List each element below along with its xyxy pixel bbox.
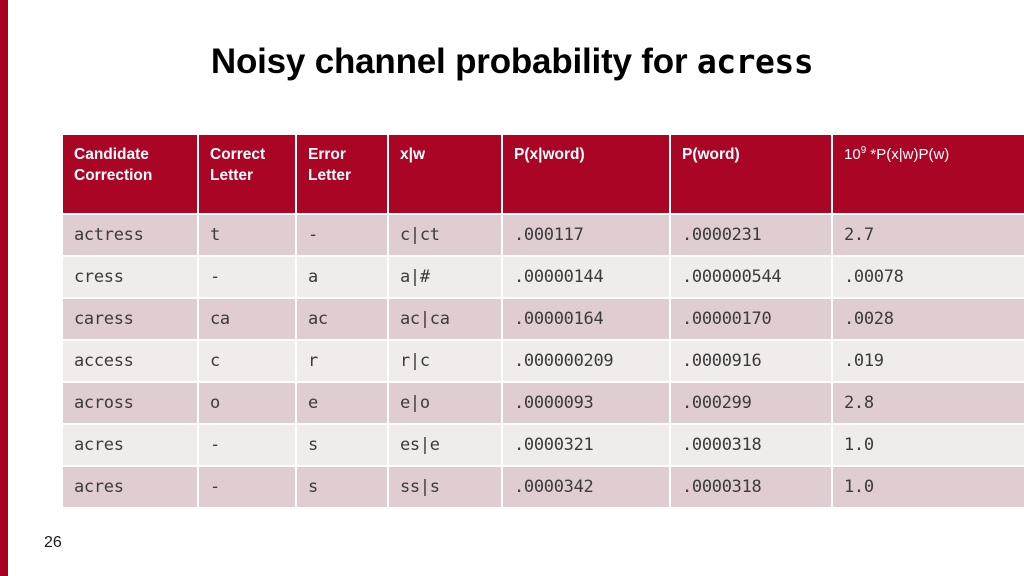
column-header-scaled-product-rest: *P(x|w)P(w) xyxy=(866,146,950,163)
table-header-row: Candidate Correction Correct Letter Erro… xyxy=(63,135,1024,213)
table-row: actress t - c|ct .000117 .0000231 2.7 xyxy=(63,215,1024,255)
cell-error-letter: e xyxy=(297,383,387,423)
noisy-channel-table-container: Candidate Correction Correct Letter Erro… xyxy=(61,133,1024,509)
column-header-candidate-correction-line2: Correction xyxy=(74,166,153,184)
column-header-p-x-given-word: P(x|word) xyxy=(503,135,669,213)
cell-scaled-product: .0028 xyxy=(833,299,1024,339)
cell-scaled-product: 1.0 xyxy=(833,425,1024,465)
cell-candidate-correction: across xyxy=(63,383,197,423)
cell-error-letter: - xyxy=(297,215,387,255)
cell-x-given-w: a|# xyxy=(389,257,501,297)
column-header-scaled-product: 109 *P(x|w)P(w) xyxy=(833,135,1024,213)
cell-scaled-product: 2.8 xyxy=(833,383,1024,423)
noisy-channel-table: Candidate Correction Correct Letter Erro… xyxy=(61,133,1024,509)
cell-correct-letter: c xyxy=(199,341,295,381)
cell-p-word: .00000170 xyxy=(671,299,831,339)
cell-x-given-w: r|c xyxy=(389,341,501,381)
column-header-p-word-label: P(word) xyxy=(682,146,740,163)
cell-error-letter: a xyxy=(297,257,387,297)
cell-correct-letter: - xyxy=(199,257,295,297)
left-accent-bar xyxy=(0,0,8,576)
cell-scaled-product: 2.7 xyxy=(833,215,1024,255)
cell-x-given-w: ac|ca xyxy=(389,299,501,339)
cell-p-x-given-word: .000000209 xyxy=(503,341,669,381)
cell-p-word: .000299 xyxy=(671,383,831,423)
cell-candidate-correction: acres xyxy=(63,425,197,465)
cell-p-x-given-word: .0000342 xyxy=(503,467,669,507)
cell-candidate-correction: caress xyxy=(63,299,197,339)
cell-x-given-w: es|e xyxy=(389,425,501,465)
cell-p-x-given-word: .00000164 xyxy=(503,299,669,339)
table-row: cress - a a|# .00000144 .000000544 .0007… xyxy=(63,257,1024,297)
column-header-error-letter-line2: Letter xyxy=(308,166,352,184)
column-header-x-given-w: x|w xyxy=(389,135,501,213)
table-row: access c r r|c .000000209 .0000916 .019 xyxy=(63,341,1024,381)
cell-p-x-given-word: .000117 xyxy=(503,215,669,255)
column-header-correct-letter: Correct Letter xyxy=(199,135,295,213)
table-row: acres - s es|e .0000321 .0000318 1.0 xyxy=(63,425,1024,465)
column-header-candidate-correction-line1: Candidate xyxy=(74,146,149,163)
cell-correct-letter: t xyxy=(199,215,295,255)
cell-p-x-given-word: .0000093 xyxy=(503,383,669,423)
cell-candidate-correction: access xyxy=(63,341,197,381)
cell-x-given-w: ss|s xyxy=(389,467,501,507)
cell-error-letter: r xyxy=(297,341,387,381)
cell-p-word: .000000544 xyxy=(671,257,831,297)
cell-correct-letter: ca xyxy=(199,299,295,339)
column-header-p-word: P(word) xyxy=(671,135,831,213)
page-title-prefix: Noisy channel probability for xyxy=(210,42,697,81)
slide-number: 26 xyxy=(44,534,62,551)
cell-candidate-correction: cress xyxy=(63,257,197,297)
page-title: Noisy channel probability for acress xyxy=(0,42,1024,82)
column-header-candidate-correction: Candidate Correction xyxy=(63,135,197,213)
column-header-scaled-product-base: 10 xyxy=(844,146,861,163)
cell-scaled-product: 1.0 xyxy=(833,467,1024,507)
cell-correct-letter: o xyxy=(199,383,295,423)
cell-x-given-w: e|o xyxy=(389,383,501,423)
table-row: caress ca ac ac|ca .00000164 .00000170 .… xyxy=(63,299,1024,339)
table-row: across o e e|o .0000093 .000299 2.8 xyxy=(63,383,1024,423)
cell-error-letter: ac xyxy=(297,299,387,339)
cell-p-x-given-word: .00000144 xyxy=(503,257,669,297)
page-title-target-word: acress xyxy=(696,42,814,81)
cell-p-word: .0000916 xyxy=(671,341,831,381)
table-header: Candidate Correction Correct Letter Erro… xyxy=(63,135,1024,213)
cell-candidate-correction: acres xyxy=(63,467,197,507)
cell-scaled-product: .00078 xyxy=(833,257,1024,297)
table-row: acres - s ss|s .0000342 .0000318 1.0 xyxy=(63,467,1024,507)
cell-p-word: .0000318 xyxy=(671,467,831,507)
cell-correct-letter: - xyxy=(199,425,295,465)
cell-correct-letter: - xyxy=(199,467,295,507)
cell-candidate-correction: actress xyxy=(63,215,197,255)
column-header-correct-letter-line1: Correct xyxy=(210,146,266,163)
cell-error-letter: s xyxy=(297,425,387,465)
column-header-error-letter-line1: Error xyxy=(308,146,346,163)
column-header-error-letter: Error Letter xyxy=(297,135,387,213)
cell-p-x-given-word: .0000321 xyxy=(503,425,669,465)
cell-x-given-w: c|ct xyxy=(389,215,501,255)
cell-scaled-product: .019 xyxy=(833,341,1024,381)
cell-p-word: .0000231 xyxy=(671,215,831,255)
column-header-p-x-given-word-label: P(x|word) xyxy=(514,146,585,163)
cell-error-letter: s xyxy=(297,467,387,507)
column-header-correct-letter-line2: Letter xyxy=(210,166,254,184)
table-body: actress t - c|ct .000117 .0000231 2.7 cr… xyxy=(63,215,1024,507)
column-header-x-given-w-label: x|w xyxy=(400,146,426,163)
cell-p-word: .0000318 xyxy=(671,425,831,465)
